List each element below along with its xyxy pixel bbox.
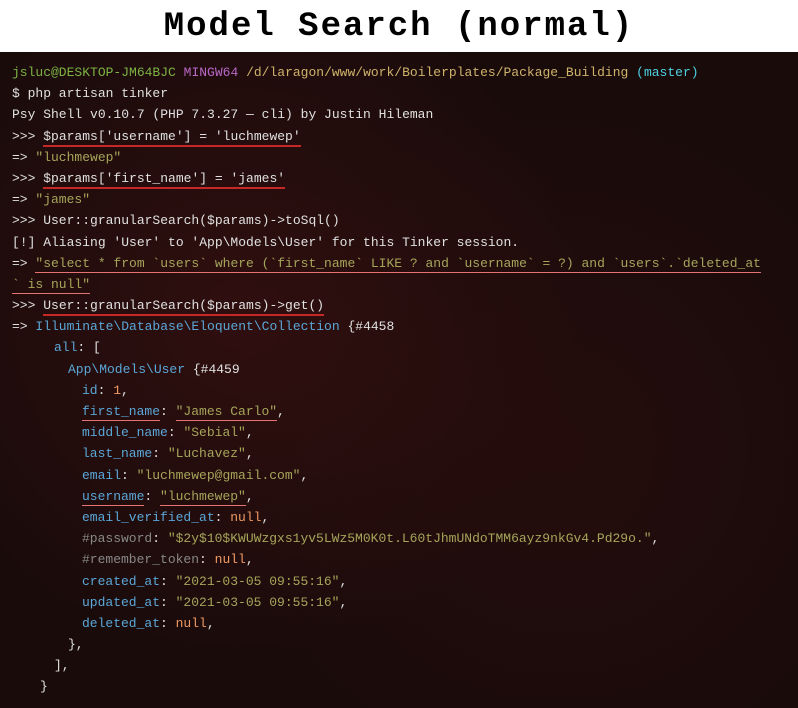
field-deleted-at: deleted_at: null, [12, 613, 786, 634]
field-created-at: created_at: "2021-03-05 09:55:16", [12, 571, 786, 592]
psy-shell-banner: Psy Shell v0.10.7 (PHP 7.3.27 — cli) by … [12, 104, 786, 125]
field-email-verified: email_verified_at: null, [12, 507, 786, 528]
shell-prompt: jsluc@DESKTOP-JM64BJC MINGW64 /d/laragon… [12, 62, 786, 83]
field-password: #password: "$2y$10$KWUWzgxs1yv5LWz5M0K0t… [12, 528, 786, 549]
page-title: Model Search (normal) [0, 0, 798, 52]
field-first-name: first_name: "James Carlo", [12, 401, 786, 422]
close-model: }, [12, 634, 786, 655]
sql-output-2: ` is null" [12, 274, 786, 295]
field-username: username: "luchmewep", [12, 486, 786, 507]
field-email: email: "luchmewep@gmail.com", [12, 465, 786, 486]
input-firstname: >>> $params['first_name'] = 'james' [12, 168, 786, 189]
field-remember-token: #remember_token: null, [12, 549, 786, 570]
close-collection: } [12, 676, 786, 697]
cmd-tinker: $ php artisan tinker [12, 83, 786, 104]
input-username: >>> $params['username'] = 'luchmewep' [12, 126, 786, 147]
field-middle-name: middle_name: "Sebial", [12, 422, 786, 443]
field-id: id: 1, [12, 380, 786, 401]
model-line: App\Models\User {#4459 [12, 359, 786, 380]
output-username: => "luchmewep" [12, 147, 786, 168]
close-array: ], [12, 655, 786, 676]
output-firstname: => "james" [12, 189, 786, 210]
all-open: all: [ [12, 337, 786, 358]
field-updated-at: updated_at: "2021-03-05 09:55:16", [12, 592, 786, 613]
collection-line: => Illuminate\Database\Eloquent\Collecti… [12, 316, 786, 337]
terminal-output: jsluc@DESKTOP-JM64BJC MINGW64 /d/laragon… [0, 52, 798, 708]
sql-output-1: => "select * from `users` where (`first_… [12, 253, 786, 274]
field-last-name: last_name: "Luchavez", [12, 443, 786, 464]
alias-notice: [!] Aliasing 'User' to 'App\Models\User'… [12, 232, 786, 253]
input-tosql: >>> User::granularSearch($params)->toSql… [12, 210, 786, 231]
input-get: >>> User::granularSearch($params)->get() [12, 295, 786, 316]
